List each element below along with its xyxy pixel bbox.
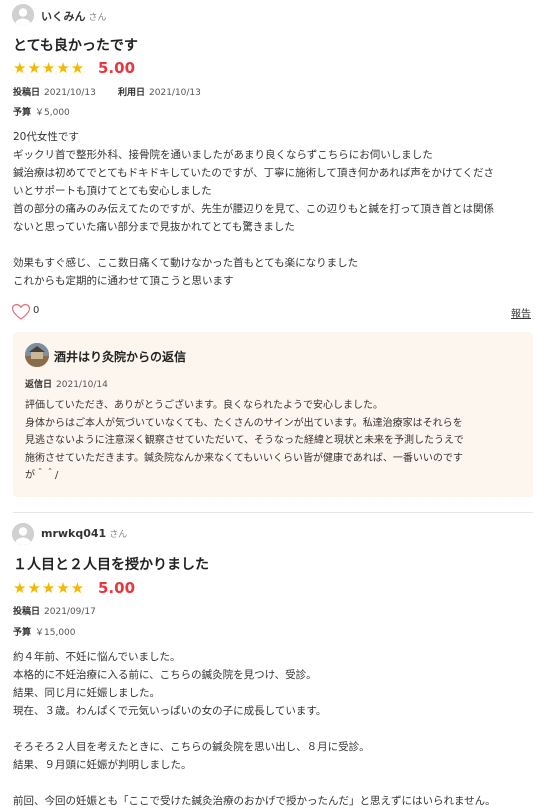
review-body: 約４年前、不妊に悩んでいました。 本格的に不妊治療に入る前に、こちらの鍼灸院を見…: [13, 651, 496, 807]
reply-body: 評価していただき、ありがとうございます。良くなられたようで安心しました。 身体か…: [25, 400, 464, 481]
budget-row: 予算 ￥15,000: [13, 628, 76, 638]
review-title: とても良かったです: [13, 38, 138, 54]
star-rating-icon: ★★★★★: [13, 59, 86, 77]
report-link[interactable]: 報告: [511, 305, 531, 320]
budget-row: 予算 ￥5,000: [13, 108, 70, 118]
person-icon: [12, 523, 34, 545]
reply-date-row: 返信日 2021/10/14: [25, 380, 108, 390]
person-icon: [12, 4, 34, 26]
rating-score: 5.00: [98, 59, 136, 77]
post-date-row: 投稿日 2021/10/13: [13, 88, 96, 98]
reviewer-name[interactable]: mrwkq041 さん: [41, 527, 127, 540]
review-divider: [13, 512, 533, 513]
visit-date-row: 利用日 2021/10/13: [118, 88, 201, 98]
review-body: 20代女性です ギックリ首で整形外科、接骨院を通いましたがあまり良くならずこちら…: [13, 131, 495, 287]
user-avatar: [12, 4, 34, 26]
post-date-row: 投稿日 2021/09/17: [13, 607, 96, 617]
heart-icon: [11, 303, 31, 320]
star-rating-icon: ★★★★★: [13, 579, 86, 597]
like-button[interactable]: [11, 303, 31, 324]
shop-avatar: [25, 343, 49, 367]
like-count: 0: [33, 305, 40, 316]
review-title: １人目と２人目を授かりました: [13, 557, 209, 573]
user-avatar: [12, 523, 34, 545]
reviewer-name[interactable]: いくみん さん: [41, 8, 106, 24]
shop-reply-title: 酒井はり灸院からの返信: [54, 350, 187, 364]
rating-score: 5.00: [98, 579, 136, 597]
